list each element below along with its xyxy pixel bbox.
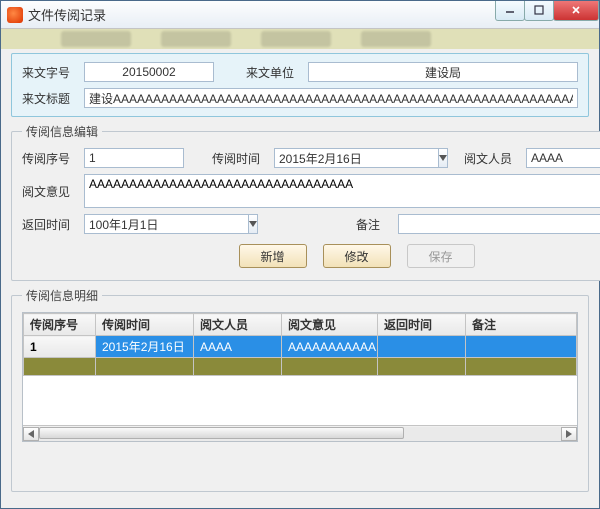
col-return[interactable]: 返回时间	[378, 314, 466, 336]
return-label: 返回时间	[22, 216, 78, 233]
time-input[interactable]	[274, 148, 439, 168]
time-picker-button[interactable]	[439, 148, 448, 168]
titlebar: 文件传阅记录	[1, 1, 599, 29]
seq-label: 传阅序号	[22, 150, 78, 167]
remark-input[interactable]	[398, 214, 600, 234]
remark-label: 备注	[356, 216, 392, 233]
detail-legend: 传阅信息明细	[22, 287, 102, 304]
detail-group: 传阅信息明细 传阅序号 传阅时间 阅文人员 阅文意见 返回时间 备注 1 2	[11, 287, 589, 492]
background-tabs	[1, 29, 599, 49]
client-area: 来文字号 来文单位 来文标题 传阅信息编辑 传阅序号 传阅时间	[1, 49, 599, 508]
detail-grid[interactable]: 传阅序号 传阅时间 阅文人员 阅文意见 返回时间 备注 1 2015年2月16日…	[22, 312, 578, 442]
doc-no-input[interactable]	[84, 62, 214, 82]
add-button[interactable]: 新增	[239, 244, 307, 268]
scroll-left-icon[interactable]	[23, 427, 39, 441]
save-button[interactable]: 保存	[407, 244, 475, 268]
table-row	[24, 358, 577, 376]
modify-button[interactable]: 修改	[323, 244, 391, 268]
opinion-input[interactable]	[84, 174, 600, 208]
doc-no-label: 来文字号	[22, 64, 78, 81]
window: 文件传阅记录 来文字号 来文单位 来文标题 传阅信息编辑 传阅序	[0, 0, 600, 509]
scroll-thumb[interactable]	[39, 427, 404, 439]
return-datebox	[84, 214, 254, 234]
horizontal-scrollbar[interactable]	[23, 425, 577, 441]
return-picker-button[interactable]	[249, 214, 258, 234]
col-opinion[interactable]: 阅文意见	[282, 314, 378, 336]
edit-legend: 传阅信息编辑	[22, 123, 102, 140]
sender-input[interactable]	[308, 62, 578, 82]
minimize-button[interactable]	[495, 1, 525, 21]
reader-label: 阅文人员	[464, 150, 520, 167]
seq-input[interactable]	[84, 148, 184, 168]
time-datebox	[274, 148, 444, 168]
col-time[interactable]: 传阅时间	[96, 314, 194, 336]
title-label: 来文标题	[22, 90, 78, 107]
app-icon	[7, 7, 23, 23]
opinion-label: 阅文意见	[22, 183, 78, 200]
col-remark[interactable]: 备注	[466, 314, 577, 336]
edit-group: 传阅信息编辑 传阅序号 传阅时间 阅文人员 阅文意见 返回时间	[11, 123, 600, 281]
col-reader[interactable]: 阅文人员	[194, 314, 282, 336]
time-label: 传阅时间	[212, 150, 268, 167]
maximize-button[interactable]	[524, 1, 554, 21]
title-input[interactable]	[84, 88, 578, 108]
table-row[interactable]: 1 2015年2月16日 AAAA AAAAAAAAAAA	[24, 336, 577, 358]
window-title: 文件传阅记录	[28, 5, 496, 24]
col-seq[interactable]: 传阅序号	[24, 314, 96, 336]
reader-input[interactable]	[526, 148, 600, 168]
scroll-right-icon[interactable]	[561, 427, 577, 441]
sender-label: 来文单位	[246, 64, 302, 81]
return-input[interactable]	[84, 214, 249, 234]
close-button[interactable]	[553, 1, 599, 21]
doc-header-panel: 来文字号 来文单位 来文标题	[11, 53, 589, 117]
